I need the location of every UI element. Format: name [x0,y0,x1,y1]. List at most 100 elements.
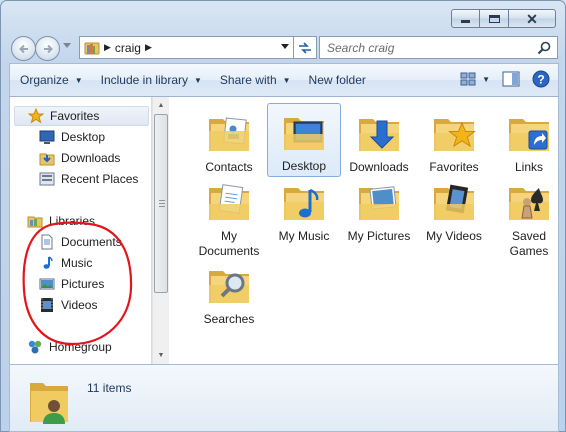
scroll-up-icon[interactable]: ▲ [153,97,169,114]
maximize-button[interactable] [480,9,509,28]
recent-pages-dropdown-icon[interactable] [63,43,71,49]
file-label: Links [514,160,543,174]
forward-arrow-icon [43,44,53,53]
scroll-thumb[interactable] [154,114,168,293]
nav-label: Music [61,256,93,270]
pictures-folder-icon [359,186,399,220]
folder-desktop[interactable]: Desktop [267,103,341,177]
nav-libraries[interactable]: Libraries [27,211,95,231]
nav-downloads[interactable]: Downloads [39,148,120,168]
file-label: Contacts [205,160,253,174]
minimize-button[interactable] [451,9,480,28]
refresh-icon [299,41,311,54]
nav-videos[interactable]: Videos [39,295,97,315]
nav-label: Documents [61,235,122,249]
folder-my-music[interactable]: My Music [267,174,341,244]
nav-label: Desktop [61,130,106,144]
folder-searches[interactable]: Searches [192,257,266,327]
include-in-library-menu[interactable]: Include in library ▼ [91,64,210,96]
nav-documents[interactable]: Documents [39,232,122,252]
main-panes: Favorites Desktop Downloads Recent Place… [9,97,559,364]
organize-label: Organize [20,73,69,87]
folder-contacts[interactable]: Contacts [192,105,266,175]
close-button[interactable]: ✕ [509,9,556,28]
share-with-menu[interactable]: Share with ▼ [210,64,299,96]
favorites-folder-icon [434,119,476,151]
nav-label: Libraries [49,214,96,228]
new-folder-label: New folder [308,73,366,87]
back-arrow-icon [18,44,28,53]
file-label: Downloads [349,160,409,174]
maximize-icon [488,14,500,23]
explorer-window: ✕ ▶ craig ▶ Search craig Organize ▼ Incl… [0,0,566,432]
nav-scrollbar[interactable]: ▲ ▼ [152,97,169,364]
back-button[interactable] [11,36,36,61]
downloads-icon [39,153,55,166]
scroll-down-icon[interactable]: ▼ [153,347,169,364]
address-history-dropdown-icon[interactable] [281,44,289,50]
chevron-down-icon: ▼ [282,75,291,85]
include-label: Include in library [100,73,188,87]
nav-favorites[interactable]: Favorites [14,106,149,126]
grip-icon [159,200,165,207]
help-icon[interactable]: ? [532,70,550,88]
chevron-down-icon: ▼ [194,75,202,85]
chevron-down-icon: ▼ [482,74,490,84]
nav-label: Homegroup [49,340,112,354]
contacts-folder-icon [209,117,249,151]
view-options-icon [460,72,476,86]
caption-buttons: ✕ [451,9,556,28]
organize-menu[interactable]: Organize ▼ [10,64,91,96]
nav-label: Downloads [61,151,121,165]
search-icon[interactable] [537,41,551,55]
desktop-icon [39,130,55,144]
address-row: ▶ craig ▶ [9,34,559,61]
search-input[interactable] [320,37,520,58]
share-label: Share with [219,73,277,87]
forward-button[interactable] [35,36,60,61]
details-pane: 11 items [9,364,559,432]
nav-desktop[interactable]: Desktop [39,127,105,147]
star-icon [28,108,44,124]
svg-text:?: ? [537,73,544,87]
links-folder-icon [509,119,549,151]
nav-pictures[interactable]: Pictures [39,274,104,294]
folder-my-pictures[interactable]: My Pictures [342,174,416,244]
refresh-button[interactable] [294,36,317,59]
breadcrumb-separator[interactable]: ▶ [104,42,111,53]
file-label: Searches [203,312,255,326]
navigation-pane: Favorites Desktop Downloads Recent Place… [10,97,152,364]
nav-recent-places[interactable]: Recent Places [39,169,138,189]
chevron-down-icon: ▼ [74,75,83,85]
downloads-folder-icon [359,119,399,151]
command-bar-right: ▼ ? [460,70,550,88]
folder-favorites[interactable]: Favorites [417,105,491,175]
recent-places-icon [39,172,55,186]
preview-pane-icon[interactable] [502,71,520,87]
folder-my-videos[interactable]: My Videos [417,174,491,244]
breadcrumb-craig[interactable]: craig [115,41,141,55]
games-folder-icon [509,188,549,220]
file-label: My Music [278,229,330,243]
folder-downloads[interactable]: Downloads [342,105,416,175]
folder-links[interactable]: Links [492,105,566,175]
pictures-icon [39,278,55,290]
new-folder-button[interactable]: New folder [299,64,374,96]
address-bar[interactable]: ▶ craig ▶ [79,36,294,59]
documents-folder-icon [209,184,249,220]
nav-music[interactable]: Music [39,253,92,273]
folder-saved-games[interactable]: Saved Games [492,174,566,259]
documents-icon [41,234,53,250]
search-box[interactable] [319,36,558,59]
nav-homegroup[interactable]: Homegroup [27,337,112,357]
change-view-button[interactable]: ▼ [460,72,490,86]
folder-my-documents[interactable]: My Documents [192,174,266,259]
file-label: Desktop [281,159,327,173]
libraries-folder-icon [84,42,100,54]
file-label: My Pictures [347,229,411,243]
breadcrumb-separator[interactable]: ▶ [145,42,152,53]
libraries-icon [27,216,43,228]
close-icon: ✕ [526,10,538,27]
nav-label: Pictures [61,277,105,291]
file-label: Favorites [429,160,479,174]
